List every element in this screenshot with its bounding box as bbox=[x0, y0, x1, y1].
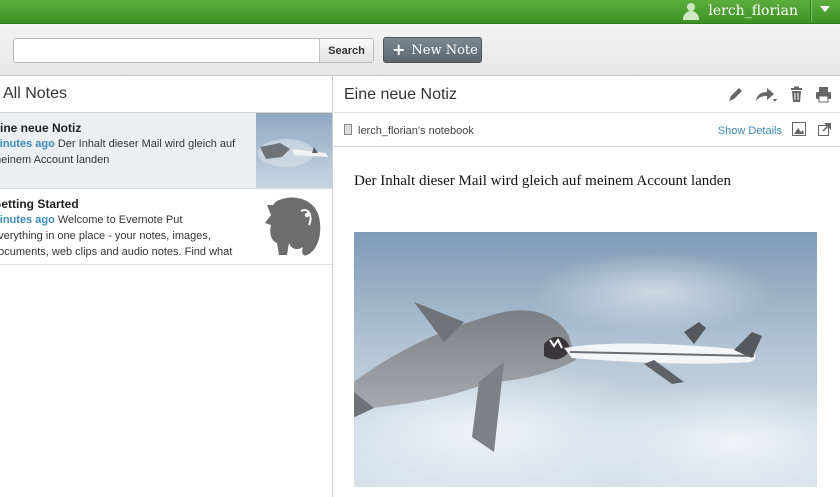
notebook-icon bbox=[344, 124, 352, 135]
trash-icon[interactable] bbox=[788, 86, 805, 103]
note-title: Eine neue Notiz bbox=[0, 121, 82, 135]
snippet-line: meinem Account landen bbox=[0, 154, 110, 166]
note-preview: Getting Started minutes ago Welcome to E… bbox=[0, 196, 250, 260]
note-time: minutes ago bbox=[0, 138, 55, 150]
note-meta: lerch_florian's notebook Show Details bbox=[334, 113, 840, 147]
note-title[interactable]: Eine neue Notiz bbox=[344, 86, 457, 104]
divider bbox=[810, 0, 811, 22]
chevron-down-icon[interactable] bbox=[820, 6, 830, 12]
note-thumbnail bbox=[256, 113, 332, 188]
notes-list-title: All Notes bbox=[0, 76, 332, 113]
new-note-button[interactable]: + New Note bbox=[383, 37, 482, 63]
note-header: Eine neue Notiz bbox=[334, 76, 840, 113]
share-icon[interactable] bbox=[754, 86, 778, 103]
list-item[interactable]: Eine neue Notiz minutes ago Der Inhalt d… bbox=[0, 113, 332, 189]
image-icon[interactable] bbox=[792, 122, 806, 136]
note-body[interactable]: Der Inhalt dieser Mail wird gleich auf m… bbox=[354, 173, 731, 190]
pencil-icon[interactable] bbox=[727, 86, 744, 103]
user-icon bbox=[682, 2, 700, 20]
search-box: Search bbox=[13, 38, 374, 63]
show-details-link[interactable]: Show Details bbox=[718, 125, 782, 137]
username: lerch_florian bbox=[708, 3, 798, 19]
snippet-line: everything in one place - your notes, im… bbox=[0, 230, 211, 242]
note-actions bbox=[727, 86, 832, 103]
note-preview: Eine neue Notiz minutes ago Der Inhalt d… bbox=[0, 120, 250, 168]
note-title: Getting Started bbox=[0, 197, 79, 211]
new-note-label: New Note bbox=[411, 42, 478, 58]
notebook-label[interactable]: lerch_florian's notebook bbox=[358, 125, 474, 137]
snippet-line: Welcome to Evernote Put bbox=[57, 214, 183, 226]
snippet-line: Der Inhalt dieser Mail wird gleich auf bbox=[57, 138, 236, 150]
note-panel: Eine neue Notiz lerch_florian's notebook… bbox=[334, 76, 840, 497]
toolbar: Search + New Note bbox=[0, 24, 840, 76]
expand-icon[interactable] bbox=[818, 122, 832, 136]
meta-actions bbox=[792, 122, 832, 136]
note-snippet: minutes ago Welcome to Evernote Put bbox=[0, 212, 250, 228]
search-input[interactable] bbox=[14, 39, 319, 62]
list-item[interactable]: Getting Started minutes ago Welcome to E… bbox=[0, 189, 332, 265]
note-time: minutes ago bbox=[0, 214, 55, 226]
print-icon[interactable] bbox=[815, 86, 832, 103]
elephant-icon bbox=[263, 195, 325, 261]
search-button[interactable]: Search bbox=[319, 39, 373, 62]
plus-icon: + bbox=[392, 40, 406, 59]
notes-list-panel: All Notes Eine neue Notiz minutes ago De… bbox=[0, 76, 333, 497]
snippet-line: documents, web clips and audio notes. Fi… bbox=[0, 246, 233, 258]
user-menu[interactable]: lerch_florian bbox=[682, 0, 810, 22]
top-bar: lerch_florian bbox=[0, 0, 840, 24]
note-snippet: minutes ago Der Inhalt dieser Mail wird … bbox=[0, 136, 250, 152]
note-image bbox=[354, 232, 817, 487]
